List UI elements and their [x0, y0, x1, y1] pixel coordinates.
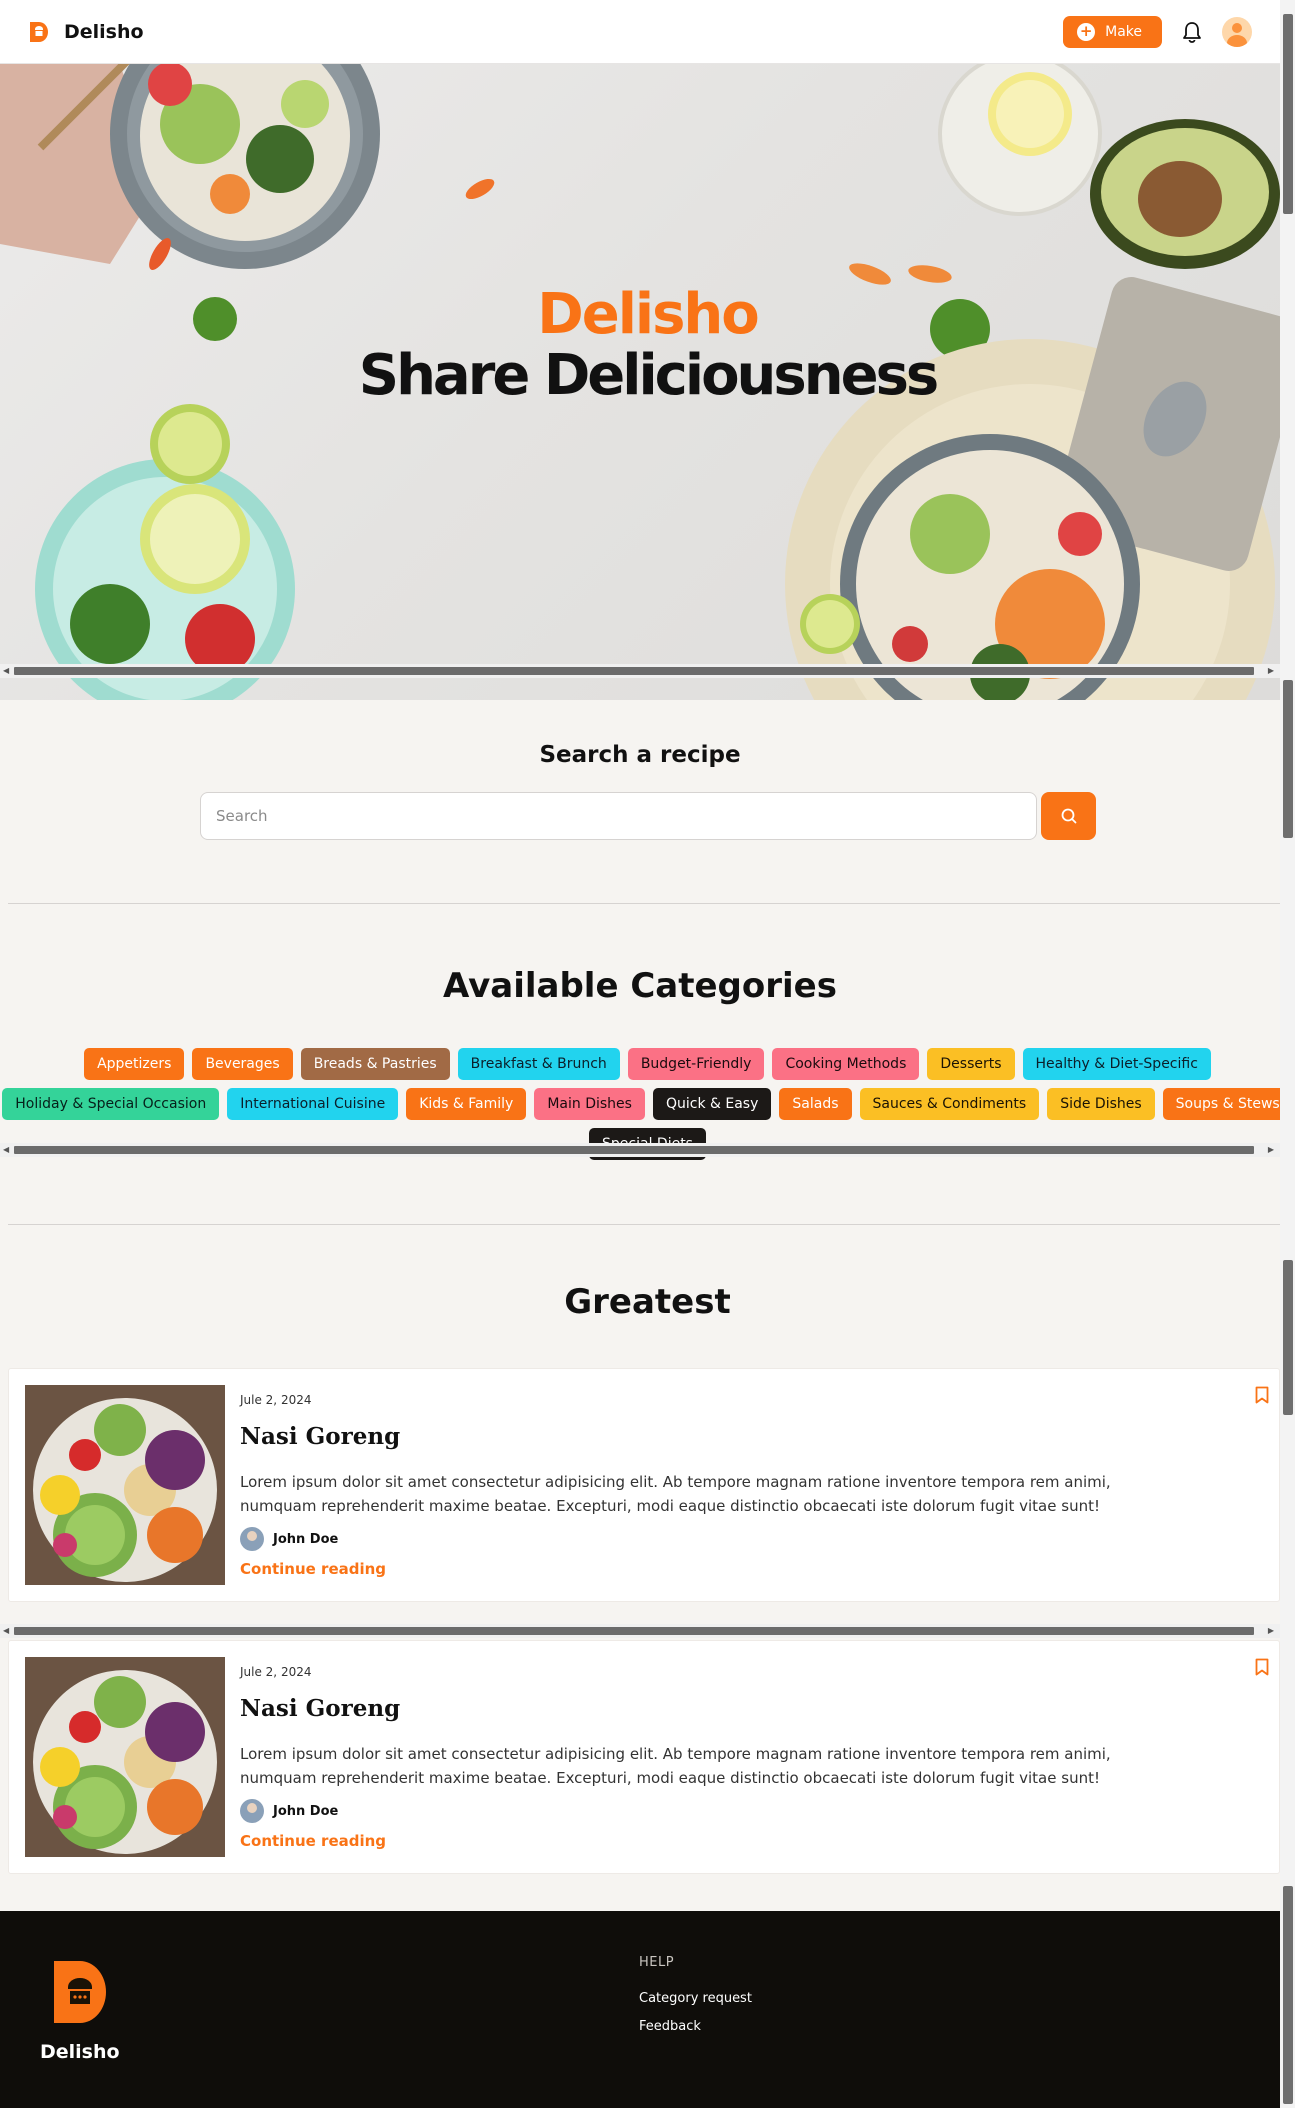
- make-button[interactable]: + Make: [1063, 15, 1162, 48]
- section-divider: [8, 1224, 1280, 1225]
- recipe-image[interactable]: [25, 1657, 225, 1857]
- scroll-right-icon[interactable]: ▶: [1268, 1143, 1274, 1157]
- categories-title: Available Categories: [443, 966, 837, 1006]
- post-date: Jule 2, 2024: [240, 1393, 312, 1407]
- category-chip[interactable]: Kids & Family: [406, 1088, 527, 1120]
- category-chip[interactable]: Healthy & Diet-Specific: [1022, 1048, 1211, 1080]
- bookmark-icon[interactable]: [1255, 1658, 1269, 1676]
- category-chip[interactable]: Breakfast & Brunch: [457, 1048, 620, 1080]
- top-navbar: Delisho + Make: [0, 0, 1280, 64]
- category-chip[interactable]: International Cuisine: [227, 1088, 399, 1120]
- make-button-label: Make: [1105, 23, 1142, 40]
- user-avatar[interactable]: [1222, 16, 1252, 47]
- scroll-right-icon[interactable]: ▶: [1268, 664, 1274, 678]
- category-chip[interactable]: Budget-Friendly: [627, 1048, 765, 1080]
- post-date: Jule 2, 2024: [240, 1665, 312, 1679]
- bell-icon[interactable]: [1182, 21, 1202, 43]
- search-icon: [1061, 808, 1076, 824]
- recipe-card[interactable]: Jule 2, 2024 Nasi Goreng Lorem ipsum dol…: [8, 1368, 1280, 1602]
- category-row: Holiday & Special Occasion International …: [0, 1088, 1280, 1120]
- recipe-image[interactable]: [25, 1385, 225, 1585]
- page-vertical-scrollbar[interactable]: [1280, 0, 1295, 2108]
- category-chip[interactable]: Cooking Methods: [772, 1048, 920, 1080]
- post-title[interactable]: Nasi Goreng: [240, 1695, 400, 1722]
- search-button[interactable]: [1041, 792, 1096, 840]
- recipe-card[interactable]: Jule 2, 2024 Nasi Goreng Lorem ipsum dol…: [8, 1640, 1280, 1874]
- search-title: Search a recipe: [539, 742, 741, 768]
- category-chip[interactable]: Main Dishes: [534, 1088, 645, 1120]
- category-chip[interactable]: Holiday & Special Occasion: [2, 1088, 220, 1120]
- post-author[interactable]: John Doe: [240, 1527, 338, 1551]
- post-excerpt: Lorem ipsum dolor sit amet consectetur a…: [240, 1473, 1111, 1515]
- category-row: Appetizers Beverages Breads & Pastries Brea…: [0, 1048, 1280, 1080]
- footer-link-category-request[interactable]: Category request: [639, 1991, 752, 2006]
- hero-banner: Delisho Share Deliciousness ◀ ▶: [0, 64, 1280, 700]
- category-chip[interactable]: Desserts: [927, 1048, 1015, 1080]
- author-name: John Doe: [273, 1803, 339, 1819]
- category-chip[interactable]: Soups & Stews: [1162, 1088, 1280, 1120]
- hero-subtitle: Share Deliciousness: [358, 343, 940, 408]
- greatest-title: Greatest: [564, 1282, 731, 1322]
- post-author[interactable]: John Doe: [240, 1799, 338, 1823]
- scroll-left-icon[interactable]: ◀: [3, 1624, 9, 1638]
- category-chip[interactable]: Appetizers: [84, 1048, 185, 1080]
- footer-link-feedback[interactable]: Feedback: [639, 2019, 701, 2034]
- author-avatar: [240, 1799, 264, 1823]
- footer-brand-name: Delisho: [40, 2041, 120, 2063]
- bookmark-icon[interactable]: [1255, 1386, 1269, 1404]
- cards-horizontal-scrollbar[interactable]: ◀ ▶: [0, 1624, 1280, 1638]
- post-excerpt: Lorem ipsum dolor sit amet consectetur a…: [240, 1745, 1111, 1787]
- continue-reading-link[interactable]: Continue reading: [240, 1560, 386, 1578]
- post-title[interactable]: Nasi Goreng: [240, 1423, 400, 1450]
- categories-horizontal-scrollbar[interactable]: ◀ ▶: [0, 1143, 1280, 1157]
- author-avatar: [240, 1527, 264, 1551]
- categories-section: Available Categories Appetizers Beverages…: [0, 904, 1280, 1224]
- hero-horizontal-scrollbar[interactable]: ◀ ▶: [0, 664, 1280, 678]
- scroll-left-icon[interactable]: ◀: [3, 1143, 9, 1157]
- search-section: Search a recipe: [0, 700, 1280, 904]
- footer-help-heading: HELP: [639, 1955, 675, 1970]
- search-input[interactable]: [200, 792, 1037, 840]
- hero-title: Delisho: [537, 282, 760, 347]
- delisho-logo-icon[interactable]: [54, 1961, 106, 2023]
- category-chip[interactable]: Beverages: [192, 1048, 293, 1080]
- continue-reading-link[interactable]: Continue reading: [240, 1832, 386, 1850]
- scroll-right-icon[interactable]: ▶: [1268, 1624, 1274, 1638]
- delisho-logo-icon: [30, 21, 48, 42]
- brand-name: Delisho: [64, 20, 144, 43]
- category-chip[interactable]: Sauces & Condiments: [859, 1088, 1040, 1120]
- category-chip[interactable]: Quick & Easy: [652, 1088, 772, 1120]
- category-chip[interactable]: Breads & Pastries: [300, 1048, 450, 1080]
- category-chip[interactable]: Side Dishes: [1047, 1088, 1155, 1120]
- author-name: John Doe: [273, 1531, 339, 1547]
- site-footer: Delisho HELP Category request Feedback: [0, 1911, 1280, 2108]
- plus-circle-icon: +: [1077, 22, 1096, 41]
- brand-link[interactable]: Delisho: [28, 20, 144, 44]
- scroll-left-icon[interactable]: ◀: [3, 664, 9, 678]
- category-chip[interactable]: Salads: [779, 1088, 852, 1120]
